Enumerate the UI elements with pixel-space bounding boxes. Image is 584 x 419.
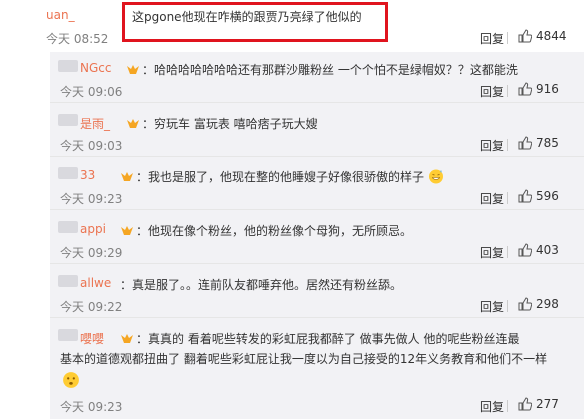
reply-time: 今天 09:29 <box>60 246 123 260</box>
reply-text: ：穷玩车 富玩表 嘻哈痞子玩大嫂 <box>126 115 318 132</box>
thumbs-up-icon <box>518 243 532 257</box>
like-button[interactable]: 403 <box>518 243 559 257</box>
like-button[interactable]: 298 <box>518 297 559 311</box>
action-divider <box>507 400 508 412</box>
reply-time: 今天 09:03 <box>60 139 123 153</box>
reply-text: ：哈哈哈哈哈哈哈还有那群沙雕粉丝 一个个怕不是绿帽奴？？这都能洗 <box>126 61 518 78</box>
thumbs-up-icon <box>518 189 532 203</box>
thumbs-up-icon <box>518 82 532 96</box>
reply-username[interactable]: 是雨_ <box>80 115 110 132</box>
reply-button[interactable]: 回复 <box>480 190 504 207</box>
top-like-button[interactable]: 4844 <box>518 29 567 43</box>
avatar <box>58 329 78 341</box>
reply-time: 今天 09:22 <box>60 300 123 314</box>
reply-time: 今天 09:23 <box>60 400 123 414</box>
reply-username[interactable]: NGcc <box>80 61 111 75</box>
like-button[interactable]: 277 <box>518 397 559 411</box>
top-comment-username[interactable]: uan_ <box>46 8 75 22</box>
confused-emoji-icon <box>63 372 79 388</box>
reply-item: appi ：他现在像个粉丝，他的粉丝像个母狗，无所顾忌。 今天 09:29 回复… <box>50 211 584 264</box>
avatar <box>58 114 78 126</box>
vip-badge-icon <box>127 65 139 74</box>
reply-item: 33 ：我也是服了，他现在整的他睡嫂子好像很骄傲的样子 今天 09:23 回复 … <box>50 158 584 210</box>
reply-item: 嚶嚶 ：真真的 看着呢些转发的彩虹屁我都醉了 做事先做人 他的呢些粉丝连最 基本… <box>50 319 584 419</box>
thumbs-up-icon <box>518 29 532 43</box>
thumbs-up-icon <box>518 297 532 311</box>
top-reply-button[interactable]: 回复 <box>480 30 504 47</box>
like-count: 277 <box>536 397 559 411</box>
reply-username[interactable]: 嚶嚶 <box>80 330 104 347</box>
reply-time: 今天 09:06 <box>60 85 123 99</box>
like-button[interactable]: 596 <box>518 189 559 203</box>
reply-time: 今天 09:23 <box>60 192 123 206</box>
reply-button[interactable]: 回复 <box>480 298 504 315</box>
reply-list: NGcc ：哈哈哈哈哈哈哈还有那群沙雕粉丝 一个个怕不是绿帽奴？？这都能洗 今天… <box>50 52 584 419</box>
avatar <box>58 60 78 72</box>
like-count: 596 <box>536 189 559 203</box>
like-count: 4844 <box>536 29 567 43</box>
vip-badge-icon <box>121 334 133 343</box>
like-button[interactable]: 785 <box>518 136 559 150</box>
reply-username[interactable]: appi <box>80 222 106 236</box>
action-divider <box>507 300 508 312</box>
vip-badge-icon <box>121 172 133 181</box>
like-count: 403 <box>536 243 559 257</box>
avatar <box>58 275 78 287</box>
vip-badge-icon <box>121 226 133 235</box>
reply-username[interactable]: allwe <box>80 276 111 290</box>
thumbs-up-icon <box>518 397 532 411</box>
reply-button[interactable]: 回复 <box>480 244 504 261</box>
action-divider <box>507 85 508 97</box>
highlight-box <box>122 2 388 42</box>
vip-badge-icon <box>127 119 139 128</box>
reply-item: allwe ：真是服了。。连前队友都唾弃他。居然还有粉丝舔。 今天 09:22 … <box>50 265 584 318</box>
like-button[interactable]: 916 <box>518 82 559 96</box>
like-count: 298 <box>536 297 559 311</box>
like-count: 785 <box>536 136 559 150</box>
reply-text: ：真是服了。。连前队友都唾弃他。居然还有粉丝舔。 <box>120 278 403 292</box>
reply-text-continued: 基本的道德观都扭曲了 翻着呢些彩虹屁让我一度以为自己接受的12年义务教育和他们不… <box>60 352 548 366</box>
avatar <box>58 167 78 179</box>
thumbs-up-icon <box>518 136 532 150</box>
reply-text: ：我也是服了，他现在整的他睡嫂子好像很骄傲的样子 <box>120 168 444 185</box>
like-count: 916 <box>536 82 559 96</box>
action-divider <box>507 246 508 258</box>
sweat-smile-emoji-icon <box>428 169 443 184</box>
reply-button[interactable]: 回复 <box>480 83 504 100</box>
reply-button[interactable]: 回复 <box>480 398 504 415</box>
reply-text: ：真真的 看着呢些转发的彩虹屁我都醉了 做事先做人 他的呢些粉丝连最 <box>120 330 519 347</box>
top-comment: uan_ 这pgone他现在咋横的跟贾乃亮绿了他似的 今天 08:52 回复 4… <box>0 0 584 50</box>
reply-item: 是雨_ ：穷玩车 富玩表 嘻哈痞子玩大嫂 今天 09:03 回复 785 <box>50 104 584 157</box>
reply-username[interactable]: 33 <box>80 168 95 182</box>
top-comment-time: 今天 08:52 <box>46 32 109 46</box>
action-divider <box>507 139 508 151</box>
action-divider <box>507 32 508 44</box>
reply-button[interactable]: 回复 <box>480 137 504 154</box>
reply-text: ：他现在像个粉丝，他的粉丝像个母狗，无所顾忌。 <box>120 222 412 239</box>
action-divider <box>507 192 508 204</box>
reply-item: NGcc ：哈哈哈哈哈哈哈还有那群沙雕粉丝 一个个怕不是绿帽奴？？这都能洗 今天… <box>50 52 584 103</box>
avatar <box>58 221 78 233</box>
